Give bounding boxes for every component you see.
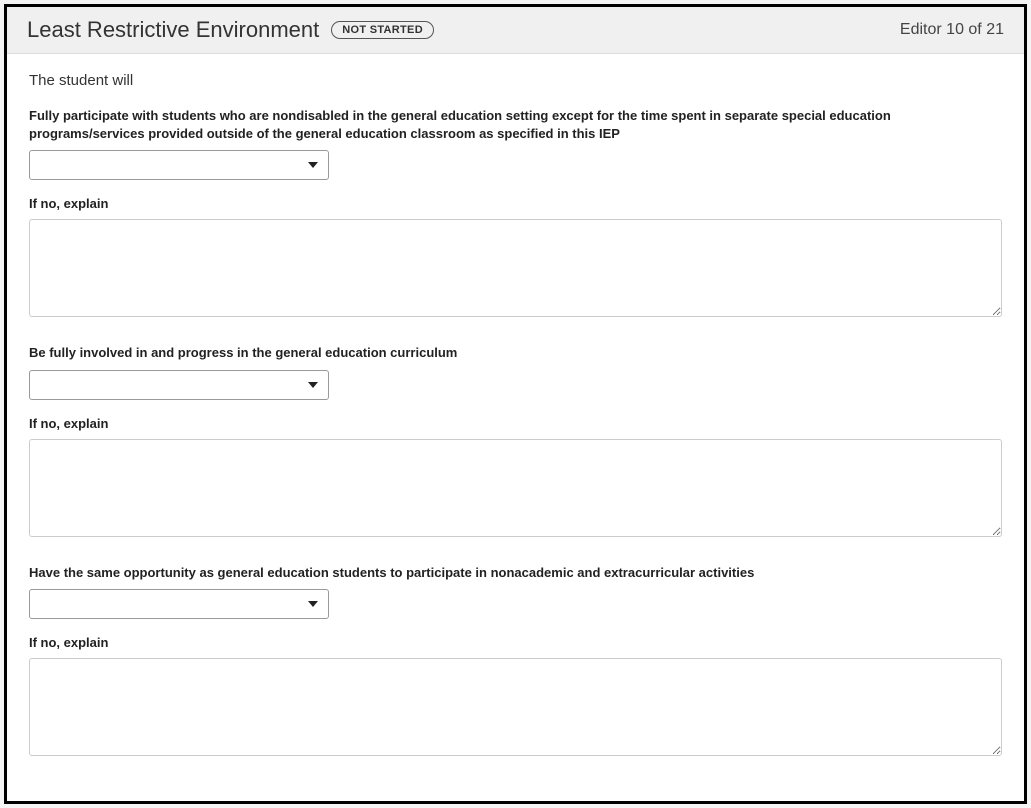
question-label: Be fully involved in and progress in the… <box>29 344 1002 362</box>
editor-count: Editor 10 of 21 <box>900 21 1004 39</box>
explain-textarea[interactable] <box>29 658 1002 756</box>
chevron-down-icon <box>308 601 318 607</box>
participation-select[interactable] <box>29 150 329 180</box>
chevron-down-icon <box>308 162 318 168</box>
curriculum-select[interactable] <box>29 370 329 400</box>
question-label: Fully participate with students who are … <box>29 107 1002 142</box>
question-label: Have the same opportunity as general edu… <box>29 564 1002 582</box>
editor-window: Least Restrictive Environment NOT STARTE… <box>4 4 1027 804</box>
page-title: Least Restrictive Environment <box>27 17 319 43</box>
explain-label: If no, explain <box>29 416 1002 431</box>
intro-text: The student will <box>29 72 1002 89</box>
form-content: The student will Fully participate with … <box>7 54 1024 801</box>
activities-select[interactable] <box>29 589 329 619</box>
explain-textarea[interactable] <box>29 439 1002 537</box>
header-left: Least Restrictive Environment NOT STARTE… <box>27 17 434 43</box>
question-block: Fully participate with students who are … <box>29 107 1002 322</box>
question-block: Have the same opportunity as general edu… <box>29 564 1002 762</box>
explain-label: If no, explain <box>29 196 1002 211</box>
chevron-down-icon <box>308 382 318 388</box>
question-block: Be fully involved in and progress in the… <box>29 344 1002 542</box>
editor-header: Least Restrictive Environment NOT STARTE… <box>7 7 1024 54</box>
status-badge: NOT STARTED <box>331 21 434 39</box>
explain-textarea[interactable] <box>29 219 1002 317</box>
explain-label: If no, explain <box>29 635 1002 650</box>
